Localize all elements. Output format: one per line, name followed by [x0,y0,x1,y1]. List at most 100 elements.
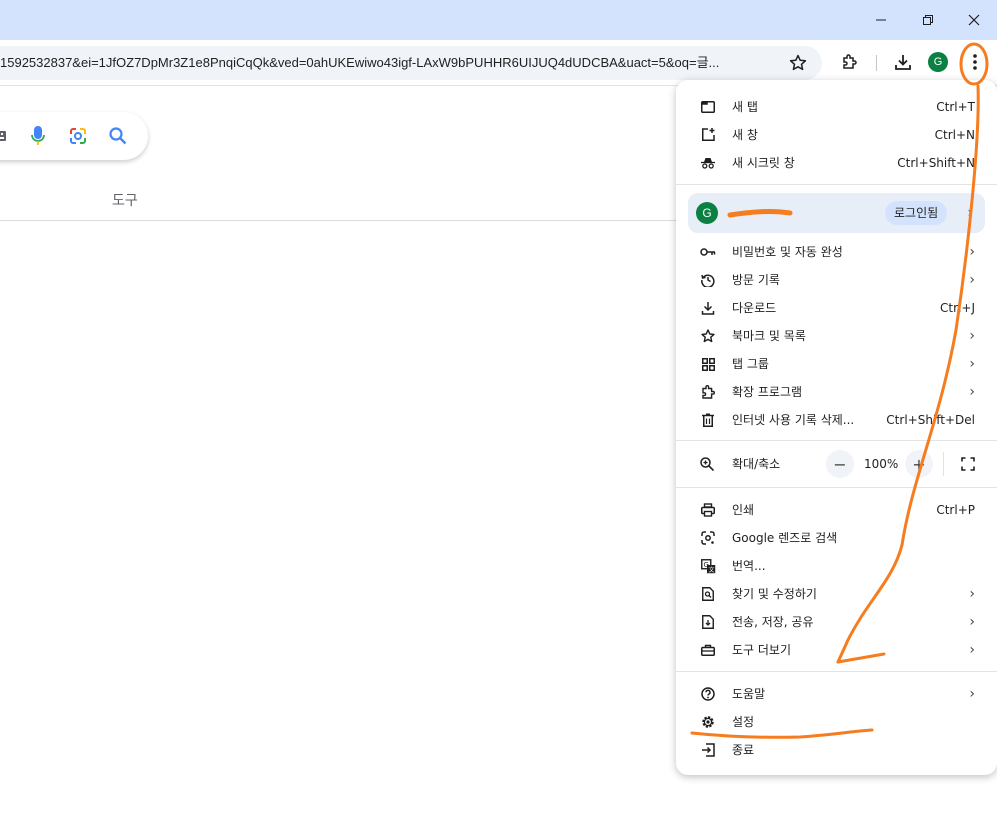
restore-button[interactable] [905,0,951,40]
menu-item-print[interactable]: 인쇄 Ctrl+P [676,496,997,524]
zoom-value: 100% [864,457,899,471]
restore-icon [923,15,933,25]
extensions-button[interactable] [840,52,860,76]
menu-label: 종료 [732,743,755,757]
close-window-button[interactable] [951,0,997,40]
menu-label: 도구 더보기 [732,643,792,657]
menu-item-incognito[interactable]: 새 시크릿 창 Ctrl+Shift+N [676,149,997,177]
zoom-in-icon [700,456,715,475]
menu-item-clear-browsing-data[interactable]: 인터넷 사용 기록 삭제... Ctrl+Shift+Del [676,406,997,434]
menu-label: 다운로드 [732,301,777,315]
menu-label: 비밀번호 및 자동 완성 [732,245,843,259]
puzzle-icon [700,384,716,400]
chrome-menu-button[interactable] [963,47,987,77]
menu-item-exit[interactable]: 종료 [676,736,997,764]
menu-label: 북마크 및 목록 [732,329,806,343]
shortcut-text: Ctrl+J [940,301,975,315]
menu-label: 새 시크릿 창 [732,156,795,170]
menu-item-passwords[interactable]: 비밀번호 및 자동 완성 › [676,238,997,266]
chevron-right-icon: › [969,244,975,260]
kebab-menu-icon [973,54,977,70]
search-icon[interactable] [108,126,128,146]
chevron-right-icon: › [969,614,975,630]
close-icon [968,14,980,26]
menu-item-new-window[interactable]: 새 창 Ctrl+N [676,121,997,149]
menu-label: 번역... [732,559,766,573]
zoom-separator [943,452,944,476]
google-lens-icon[interactable] [68,126,88,146]
menu-item-cast-save-share[interactable]: 전송, 저장, 공유 › [676,608,997,636]
shortcut-text: Ctrl+Shift+N [897,156,975,170]
star-icon [789,54,807,71]
signed-in-chip: 로그인됨 [885,201,948,225]
menu-label: 도움말 [732,687,766,701]
menu-label: 전송, 저장, 공유 [732,615,814,629]
google-search-box[interactable] [0,112,148,160]
results-divider [0,220,680,221]
zoom-row: 확대/축소 − 100% + [676,446,997,482]
menu-item-bookmarks[interactable]: 북마크 및 목록 › [676,322,997,350]
menu-item-settings[interactable]: 설정 [676,708,997,736]
tools-tab[interactable]: 도구 [112,190,138,210]
incognito-icon [700,155,716,171]
menu-label: Google 렌즈로 검색 [732,531,838,545]
zoom-in-button[interactable]: + [905,450,933,478]
menu-item-translate[interactable]: G文 번역... [676,552,997,580]
key-icon [700,244,716,260]
history-icon [700,272,716,288]
menu-item-help[interactable]: 도움말 › [676,680,997,708]
menu-item-downloads[interactable]: 다운로드 Ctrl+J [676,294,997,322]
download-icon [700,300,716,316]
fullscreen-button[interactable] [958,454,978,474]
shortcut-text: Ctrl+T [936,100,975,114]
translate-icon: G文 [700,558,716,574]
profile-avatar-button[interactable]: G [928,52,948,72]
menu-separator [676,671,997,672]
menu-item-more-tools[interactable]: 도구 더보기 › [676,636,997,664]
keyboard-icon[interactable] [0,129,8,143]
save-page-icon [700,614,716,630]
menu-label: 탭 그룹 [732,357,769,371]
fullscreen-icon [961,457,975,471]
chevron-right-icon: › [969,384,975,400]
chrome-main-menu: 새 탭 Ctrl+T 새 창 Ctrl+N 새 시크릿 창 Ctrl+Shift… [676,80,997,775]
zoom-out-button[interactable]: − [826,450,854,478]
shortcut-text: Ctrl+N [934,128,975,142]
menu-item-find-edit[interactable]: 찾기 및 수정하기 › [676,580,997,608]
menu-item-google-lens[interactable]: Google 렌즈로 검색 [676,524,997,552]
help-icon [700,686,716,702]
google-lens-icon [700,530,716,546]
address-bar[interactable]: 1592532837&ei=1JfOZ7DpMr3Z1e8PnqiCqQk&ve… [0,46,822,80]
toolbox-icon [700,642,716,658]
new-window-icon [700,127,716,143]
printer-icon [700,502,716,518]
menu-separator [676,487,997,488]
menu-item-tab-groups[interactable]: 탭 그룹 › [676,350,997,378]
profile-row[interactable]: G 로그인됨 › [688,193,985,233]
menu-item-extensions[interactable]: 확장 프로그램 › [676,378,997,406]
shortcut-text: Ctrl+P [936,503,975,517]
chevron-right-icon: › [969,356,975,372]
menu-label: 찾기 및 수정하기 [732,587,817,601]
title-bar [0,0,997,40]
exit-icon [700,742,716,758]
chevron-right-icon: › [969,272,975,288]
star-icon [700,328,716,344]
profile-avatar: G [696,202,718,224]
url-text[interactable]: 1592532837&ei=1JfOZ7DpMr3Z1e8PnqiCqQk&ve… [0,46,762,80]
menu-item-new-tab[interactable]: 새 탭 Ctrl+T [676,93,997,121]
downloads-button[interactable] [893,52,913,76]
find-in-page-icon [700,586,716,602]
microphone-icon[interactable] [30,124,46,148]
menu-item-history[interactable]: 방문 기록 › [676,266,997,294]
new-tab-icon [700,99,716,115]
chevron-right-icon: › [967,205,973,221]
download-icon [895,55,911,70]
bookmark-star-button[interactable] [788,53,808,77]
menu-label: 인터넷 사용 기록 삭제... [732,413,855,427]
toolbar-divider [876,55,877,71]
menu-label: 방문 기록 [732,273,780,287]
minimize-icon [876,19,886,21]
chevron-right-icon: › [969,328,975,344]
minimize-button[interactable] [858,0,904,40]
